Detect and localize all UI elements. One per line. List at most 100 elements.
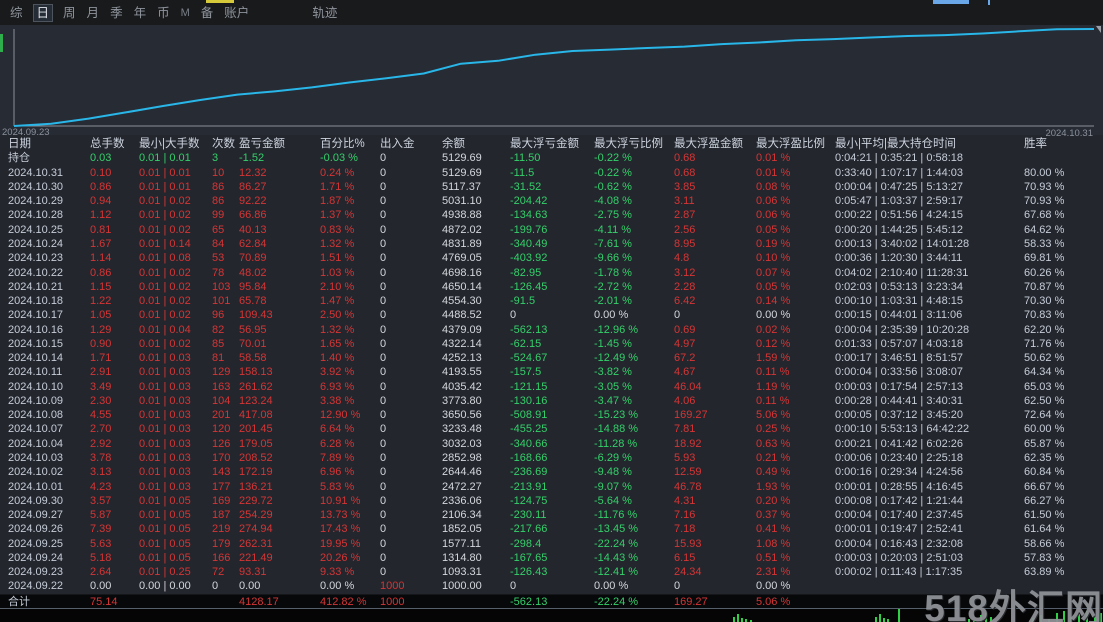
table-row[interactable]: 2024.10.09 2.30 0.01 | 0.03 104 123.24 3.38 %… xyxy=(0,394,1103,408)
table-cell: 66.86 xyxy=(239,209,267,222)
table-cell: 4831.89 xyxy=(442,237,482,250)
table-cell: 95.84 xyxy=(239,280,267,293)
table-cell: 15.93 xyxy=(674,537,702,550)
table-row[interactable]: 2024.10.18 1.22 0.01 | 0.02 101 65.78 1.47 % 0… xyxy=(0,294,1103,308)
table-cell: 0 xyxy=(380,352,387,365)
table-cell: 0:00:08 | 0:17:42 | 1:21:44 xyxy=(835,494,964,507)
clipped-blue-link-fragment[interactable] xyxy=(933,0,969,4)
table-row[interactable]: 2024.10.10 3.49 0.01 | 0.03 163 261.62 6.93 %… xyxy=(0,380,1103,394)
table-row[interactable]: 2024.10.31 0.10 0.01 | 0.01 10 12.32 0.24 % 0 5… xyxy=(0,166,1103,180)
table-cell: 2024.10.02 xyxy=(8,466,64,479)
table-row[interactable]: 2024.10.29 0.94 0.01 | 0.02 86 92.22 1.87 % 0 5… xyxy=(0,194,1103,208)
table-row[interactable]: 2024.09.25 5.63 0.01 | 0.05 179 262.31 19.95 … xyxy=(0,536,1103,550)
table-cell: 0.19 % xyxy=(756,237,791,250)
table-cell: 0:00:15 | 0:44:01 | 3:11:06 xyxy=(835,309,963,322)
table-cell: 10 xyxy=(212,166,225,179)
table-cell: -11.28 % xyxy=(594,437,638,450)
table-cell: 143 xyxy=(212,466,231,479)
table-cell: 2106.34 xyxy=(442,509,482,522)
table-cell: -236.69 xyxy=(510,466,548,479)
table-cell: -11.76 % xyxy=(594,509,638,522)
tab-综[interactable]: 综 xyxy=(10,5,23,21)
mini-candle-tick xyxy=(875,617,877,622)
table-cell: 10.91 % xyxy=(320,494,361,507)
table-row[interactable]: 2024.10.14 1.71 0.01 | 0.03 81 58.58 1.40 % 0 4… xyxy=(0,351,1103,365)
table-row[interactable]: 2024.10.28 1.12 0.01 | 0.02 99 66.86 1.37 % 0 4… xyxy=(0,208,1103,222)
table-row[interactable]: 2024.10.11 2.91 0.01 | 0.03 129 158.13 3.92 %… xyxy=(0,365,1103,379)
table-cell: 2.87 xyxy=(674,209,696,222)
tab-备[interactable]: 备 xyxy=(201,5,214,21)
tab-轨迹[interactable]: 轨迹 xyxy=(312,5,337,21)
table-row[interactable]: 2024.10.24 1.67 0.01 | 0.14 84 62.84 1.32 % 0 4… xyxy=(0,237,1103,251)
table-row[interactable]: 2024.09.26 7.39 0.01 | 0.05 219 274.94 17.43 … xyxy=(0,522,1103,536)
table-cell: -9.07 % xyxy=(594,480,632,493)
table-cell: 0 xyxy=(380,152,387,165)
table-cell: -5.64 % xyxy=(594,494,632,507)
table-cell: 201.45 xyxy=(239,423,273,436)
tab-季[interactable]: 季 xyxy=(110,5,123,21)
table-cell: 187 xyxy=(212,509,231,522)
table-cell: 0 xyxy=(380,437,387,450)
clipped-yellow-text-fragment xyxy=(206,0,234,3)
table-row[interactable]: 2024.10.30 0.86 0.01 | 0.01 86 86.27 1.71 % 0 5… xyxy=(0,180,1103,194)
table-row[interactable]: 2024.10.23 1.14 0.01 | 0.08 53 70.89 1.51 % 0 4… xyxy=(0,251,1103,265)
table-cell: 0.01 | 0.01 xyxy=(139,166,191,179)
table-cell: -126.43 xyxy=(510,566,548,579)
table-row[interactable]: 2024.10.07 2.70 0.01 | 0.03 120 201.45 6.64 %… xyxy=(0,422,1103,436)
table-cell: 0.01 | 0.14 xyxy=(139,237,191,250)
tab-M[interactable]: M xyxy=(181,5,190,21)
tab-周[interactable]: 周 xyxy=(63,5,76,21)
table-cell: 67.68 % xyxy=(1024,209,1065,222)
table-cell: 158.13 xyxy=(239,366,273,379)
table-cell: 2024.10.30 xyxy=(8,180,64,193)
table-cell: 64.34 % xyxy=(1024,366,1065,379)
table-row[interactable]: 2024.10.02 3.13 0.01 | 0.03 143 172.19 6.96 %… xyxy=(0,465,1103,479)
table-cell: 67.2 xyxy=(674,352,696,365)
table-cell: -199.76 xyxy=(510,223,548,236)
table-cell: 8.95 xyxy=(674,237,696,250)
table-cell: 0 xyxy=(380,423,387,436)
table-cell: 0:01:33 | 0:57:07 | 4:03:18 xyxy=(835,337,964,350)
table-cell: 177 xyxy=(212,480,231,493)
table-cell: 58.58 xyxy=(239,352,267,365)
table-row[interactable]: 2024.09.30 3.57 0.01 | 0.05 169 229.72 10.91 … xyxy=(0,494,1103,508)
column-header: 最大浮亏金额 xyxy=(510,138,579,151)
table-cell: 0:00:03 | 0:20:03 | 2:51:03 xyxy=(835,551,964,564)
table-row[interactable]: 2024.10.08 4.55 0.01 | 0.03 201 417.08 12.90 … xyxy=(0,408,1103,422)
tab-日[interactable]: 日 xyxy=(32,3,54,22)
tab-年[interactable]: 年 xyxy=(134,5,147,21)
table-cell: 4769.05 xyxy=(442,252,482,265)
table-row[interactable]: 2024.09.24 5.18 0.01 | 0.05 166 221.49 20.26 … xyxy=(0,551,1103,565)
table-cell: 2024.09.26 xyxy=(8,523,64,536)
table-cell: 0:00:13 | 3:40:02 | 14:01:28 xyxy=(835,237,970,250)
table-cell: 1.29 xyxy=(90,323,112,336)
table-row[interactable]: 2024.10.04 2.92 0.01 | 0.03 126 179.05 6.28 %… xyxy=(0,437,1103,451)
table-row[interactable]: 2024.10.21 1.15 0.01 | 0.02 103 95.84 2.10 % 0… xyxy=(0,280,1103,294)
table-row[interactable]: 2024.10.22 0.86 0.01 | 0.02 78 48.02 1.03 % 0 4… xyxy=(0,265,1103,279)
table-cell: 0:00:21 | 0:41:42 | 6:02:26 xyxy=(835,437,964,450)
open-position-row[interactable]: 持仓 0.03 0.01 | 0.01 3 -1.52 -0.03 % 0 5129.69 -1… xyxy=(0,151,1103,165)
table-row[interactable]: 2024.10.15 0.90 0.01 | 0.02 85 70.01 1.65 % 0 4… xyxy=(0,337,1103,351)
table-cell: 53 xyxy=(212,252,225,265)
table-row[interactable]: 2024.10.17 1.05 0.01 | 0.02 96 109.43 2.50 % 0… xyxy=(0,308,1103,322)
tab-币[interactable]: 币 xyxy=(157,5,170,21)
table-cell: -134.63 xyxy=(510,209,548,222)
tab-月[interactable]: 月 xyxy=(87,5,100,21)
table-cell: 219 xyxy=(212,523,231,536)
table-cell: 70.87 % xyxy=(1024,280,1065,293)
table-row[interactable]: 2024.10.16 1.29 0.01 | 0.04 82 56.95 1.32 % 0 4… xyxy=(0,322,1103,336)
table-row[interactable]: 2024.10.25 0.81 0.01 | 0.02 65 40.13 0.83 % 0 4… xyxy=(0,223,1103,237)
table-cell: 0.01 | 0.05 xyxy=(139,537,191,550)
table-cell: 2024.09.22 xyxy=(8,580,64,593)
table-row[interactable]: 2024.10.03 3.78 0.01 | 0.03 170 208.52 7.89 %… xyxy=(0,451,1103,465)
tab-账户[interactable]: 账户 xyxy=(224,5,249,21)
equity-curve-chart xyxy=(13,28,1095,127)
table-row[interactable]: 2024.09.27 5.87 0.01 | 0.05 187 254.29 13.73 … xyxy=(0,508,1103,522)
equity-curve-pane[interactable]: 2024.09.23 2024.10.31 xyxy=(0,25,1103,139)
table-cell: 0.01 | 0.03 xyxy=(139,423,191,436)
table-cell: 99 xyxy=(212,209,225,222)
table-cell: 92.22 xyxy=(239,195,267,208)
table-cell: 0.01 | 0.05 xyxy=(139,494,191,507)
table-cell: 170 xyxy=(212,451,231,464)
table-row[interactable]: 2024.10.01 4.23 0.01 | 0.03 177 136.21 5.83 %… xyxy=(0,479,1103,493)
